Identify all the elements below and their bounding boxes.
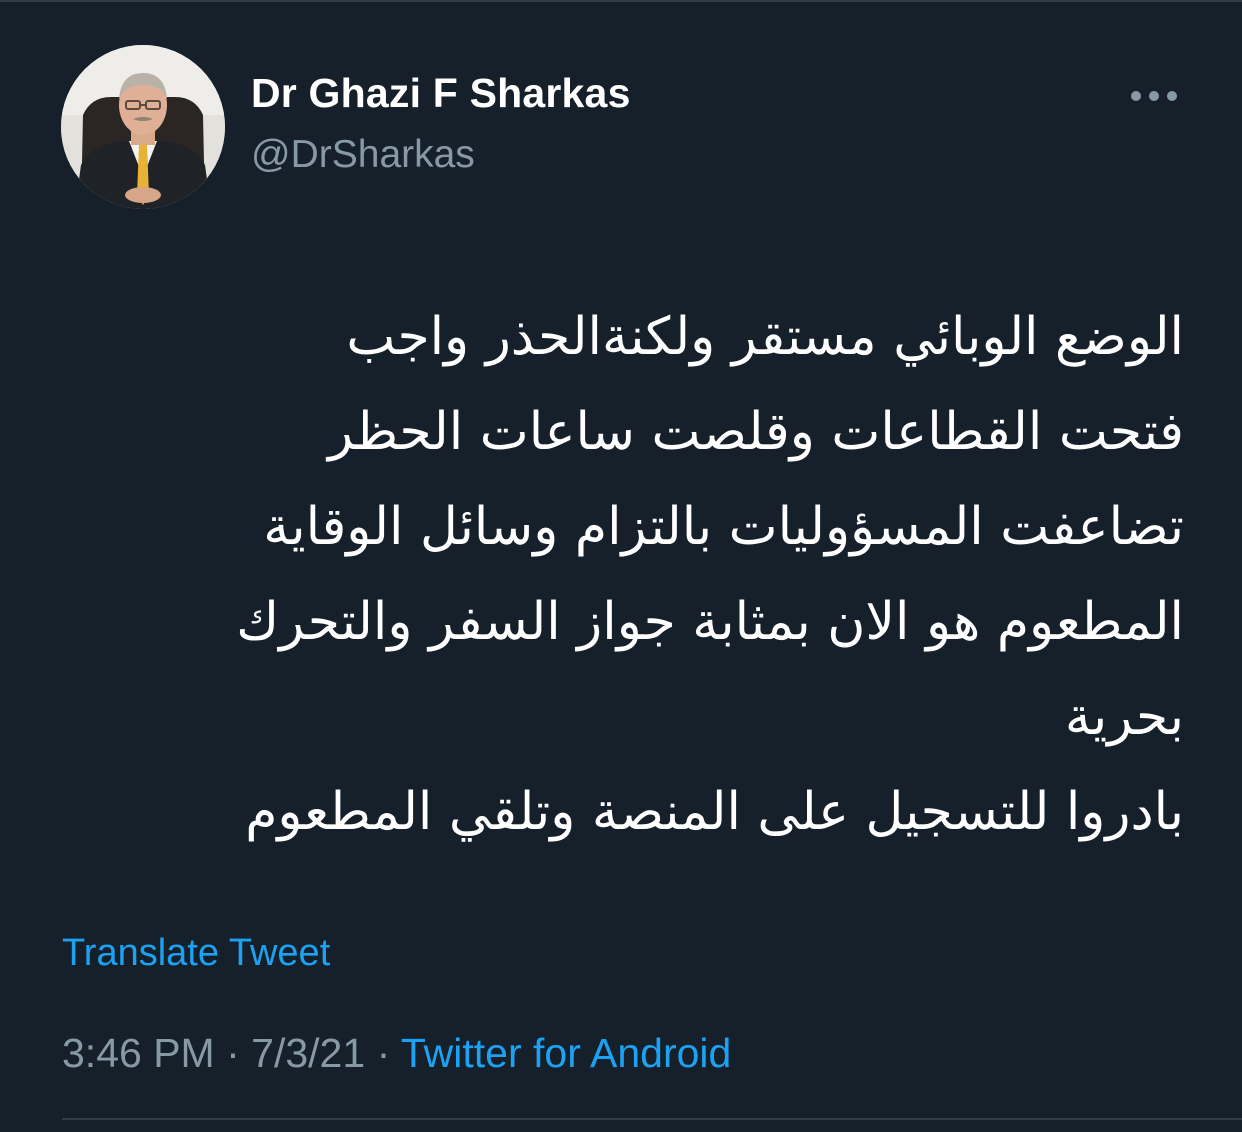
tweet-text-line: تضاعفت المسؤوليات بالتزام وسائل الوقاية [263, 497, 1184, 557]
more-horizontal-icon [1131, 91, 1177, 101]
tweet-text-line: بحرية [1064, 687, 1184, 747]
more-options-button[interactable] [1128, 78, 1180, 114]
meta-separator: · [376, 1030, 391, 1076]
bottom-divider [62, 1118, 1242, 1120]
profile-photo [61, 45, 225, 209]
author-display-name[interactable]: Dr Ghazi F Sharkas [251, 70, 631, 117]
tweet-metadata: 3:46 PM · 7/3/21 · Twitter for Android [62, 1030, 731, 1077]
tweet-text-line: الوضع الوبائي مستقر ولكنةالحذر واجب [346, 307, 1184, 367]
top-divider [0, 0, 1242, 2]
tweet-text-line: بادروا للتسجيل على المنصة وتلقي المطعوم [245, 782, 1184, 842]
meta-separator: · [226, 1030, 240, 1076]
tweet-text-line: فتحت القطاعات وقلصت ساعات الحظر [328, 402, 1184, 462]
tweet-time[interactable]: 3:46 PM [62, 1030, 215, 1076]
avatar[interactable] [61, 45, 225, 209]
author-handle[interactable]: @DrSharkas [251, 133, 475, 177]
translate-tweet-link[interactable]: Translate Tweet [62, 932, 330, 975]
tweet-text-line: المطعوم هو الان بمثابة جواز السفر والتحر… [236, 592, 1184, 652]
tweet-source-link[interactable]: Twitter for Android [401, 1030, 731, 1076]
tweet-text: الوضع الوبائي مستقر ولكنةالحذر واجب فتحت… [120, 290, 1184, 860]
tweet-date[interactable]: 7/3/21 [251, 1030, 365, 1076]
